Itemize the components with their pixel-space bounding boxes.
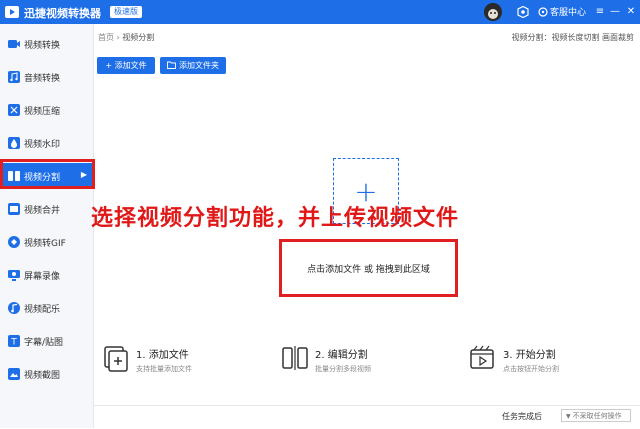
sidebar-item-label: 视频合并 bbox=[24, 206, 61, 216]
sidebar-item-label: 视频压缩 bbox=[24, 107, 61, 117]
sidebar-item-subtitle-sticker[interactable]: T 字幕/贴图 bbox=[0, 328, 93, 354]
sidebar-item-screen-record[interactable]: 屏幕录像 bbox=[0, 262, 93, 288]
drop-instruction[interactable]: 点击添加文件 或 拖拽到此区域 bbox=[279, 262, 458, 275]
vip-icon[interactable] bbox=[517, 6, 529, 18]
start-split-icon bbox=[470, 345, 494, 369]
customer-service-link[interactable]: 客服中心 bbox=[538, 5, 586, 18]
title-bar: 迅捷视频转换器 极速版 客服中心 ≡ — ✕ bbox=[0, 0, 640, 24]
sidebar-item-video-merge[interactable]: 视频合并 bbox=[0, 196, 93, 222]
edit-split-icon bbox=[282, 346, 308, 370]
breadcrumb-separator: › bbox=[116, 33, 120, 42]
annotation-caption: 选择视频分割功能，并上传视频文件 bbox=[91, 206, 460, 231]
screen-record-icon bbox=[8, 270, 20, 281]
app-title: 迅捷视频转换器 bbox=[24, 7, 101, 20]
edition-badge: 极速版 bbox=[110, 6, 142, 18]
after-task-label: 任务完成后 bbox=[502, 412, 542, 421]
app-logo-icon bbox=[5, 6, 19, 18]
sidebar-item-video-convert[interactable]: 视频转换 bbox=[0, 31, 93, 57]
folder-icon bbox=[167, 61, 176, 69]
sidebar-item-label: 屏幕录像 bbox=[24, 272, 61, 282]
subtitle-icon: T bbox=[8, 335, 20, 348]
minimize-icon[interactable]: — bbox=[608, 4, 622, 20]
step-description: 批量分割多段视频 bbox=[315, 365, 371, 373]
highlight-box-sidebar bbox=[0, 159, 95, 189]
footer-bar: 任务完成后 ▼ 不采取任何操作 bbox=[94, 405, 640, 429]
menu-icon[interactable]: ≡ bbox=[593, 4, 607, 20]
step-title: 2. 编辑分割 bbox=[315, 350, 368, 361]
sidebar-item-label: 音频转换 bbox=[24, 74, 61, 84]
close-icon[interactable]: ✕ bbox=[624, 4, 638, 20]
compress-icon bbox=[8, 104, 20, 116]
step-title: 1. 添加文件 bbox=[136, 350, 189, 361]
step-description: 点击按钮开始分割 bbox=[503, 365, 559, 373]
sidebar-item-video-watermark[interactable]: 视频水印 bbox=[0, 130, 93, 156]
svg-text:T: T bbox=[10, 338, 17, 348]
add-file-icon bbox=[104, 346, 128, 372]
sidebar-item-label: 视频截图 bbox=[24, 371, 61, 381]
sidebar-item-audio-convert[interactable]: 音频转换 bbox=[0, 64, 93, 90]
after-task-select-value: 不采取任何操作 bbox=[572, 412, 622, 420]
sidebar-item-label: 字幕/贴图 bbox=[24, 338, 64, 348]
breadcrumb: 首页 › 视频分割 bbox=[98, 32, 154, 43]
breadcrumb-home[interactable]: 首页 bbox=[98, 33, 114, 42]
sidebar-item-video-to-gif[interactable]: 视频转GIF bbox=[0, 229, 93, 255]
sidebar-item-video-music[interactable]: 视频配乐 bbox=[0, 295, 93, 321]
video-convert-icon bbox=[8, 40, 20, 48]
audio-convert-icon bbox=[8, 71, 20, 83]
music-icon bbox=[8, 302, 20, 314]
step-title: 3. 开始分割 bbox=[503, 350, 556, 361]
sidebar-item-label: 视频转换 bbox=[24, 41, 61, 51]
sidebar-item-video-compress[interactable]: 视频压缩 bbox=[0, 97, 93, 123]
sidebar-item-label: 视频配乐 bbox=[24, 305, 61, 315]
add-file-button[interactable]: + 添加文件 bbox=[97, 57, 155, 74]
sidebar-item-label: 视频转GIF bbox=[24, 239, 66, 249]
sidebar: 视频转换 音频转换 视频压缩 视频水印 视频分割 ▶ 视频合并 视频转GIF 屏… bbox=[0, 24, 94, 428]
screenshot-icon bbox=[8, 368, 20, 380]
sidebar-item-video-screenshot[interactable]: 视频截图 bbox=[0, 361, 93, 387]
after-task-select[interactable]: ▼ 不采取任何操作 bbox=[561, 409, 631, 422]
user-avatar[interactable] bbox=[484, 3, 502, 21]
support-label: 客服中心 bbox=[550, 8, 587, 18]
add-folder-button[interactable]: 添加文件夹 bbox=[160, 57, 226, 74]
merge-icon bbox=[8, 203, 20, 215]
watermark-icon bbox=[8, 137, 20, 149]
headset-icon bbox=[538, 7, 548, 17]
step-description: 支持批量添加文件 bbox=[136, 365, 192, 373]
dropdown-icon: ▼ bbox=[566, 413, 571, 420]
breadcrumb-current: 视频分割 bbox=[122, 33, 155, 42]
sidebar-item-label: 视频水印 bbox=[24, 140, 61, 150]
gif-icon bbox=[8, 236, 20, 248]
feature-hint: 视频分割：视频长度切割 画面裁剪 bbox=[511, 33, 634, 42]
add-folder-label: 添加文件夹 bbox=[179, 61, 219, 70]
